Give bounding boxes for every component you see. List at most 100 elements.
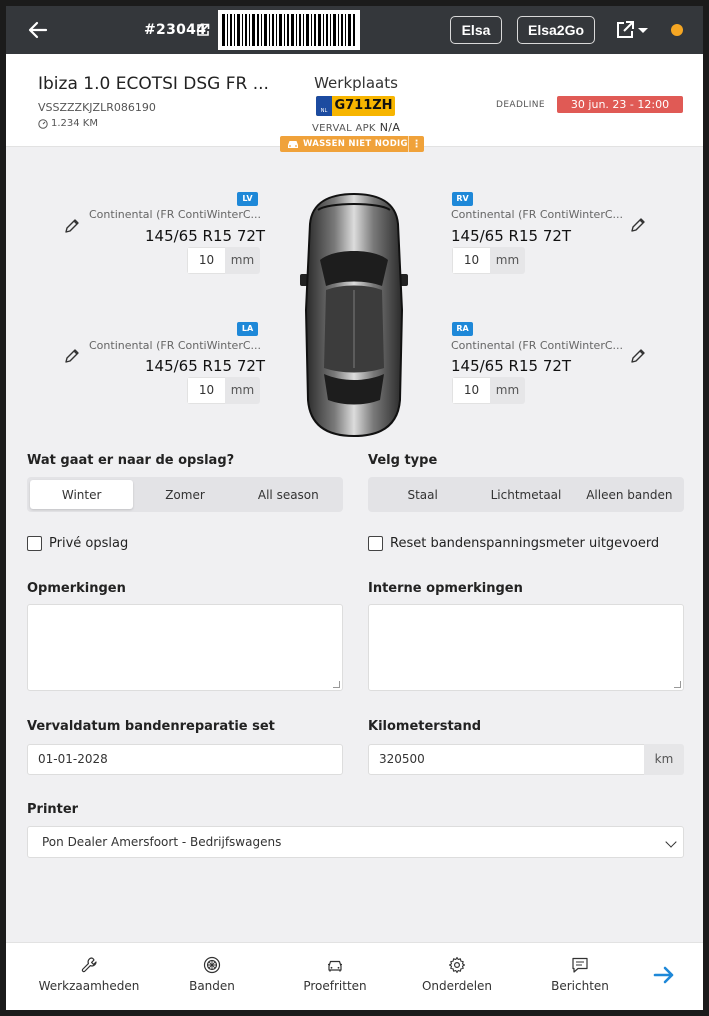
storage-option-zomer[interactable]: Zomer: [133, 480, 236, 509]
remarks-label: Opmerkingen: [27, 581, 126, 596]
vehicle-vin: VSSZZZKJZLR086190: [38, 101, 156, 114]
nav-item-berichten[interactable]: Berichten: [525, 943, 635, 1010]
tire-size-lv: 145/65 R15 72T: [145, 227, 266, 245]
tire-tag-rv: RV: [452, 192, 473, 206]
storage-option-winter[interactable]: Winter: [30, 480, 134, 509]
rim-option-staal[interactable]: Staal: [371, 480, 474, 509]
vehicle-km: 1.234 KM: [38, 118, 98, 129]
tire-size-la: 145/65 R15 72T: [145, 357, 266, 375]
internal-remarks-textarea[interactable]: [368, 604, 684, 691]
wheel-icon: [203, 956, 221, 974]
tread-unit-lv: mm: [225, 247, 260, 274]
deadline-label: DEADLINE: [496, 100, 545, 110]
mileage-input[interactable]: 320500: [368, 744, 645, 775]
external-link-icon[interactable]: [196, 23, 210, 37]
remarks-textarea[interactable]: [27, 604, 343, 691]
tread-depth-rv[interactable]: 10 mm: [452, 247, 525, 274]
tire-tag-la: LA: [237, 322, 258, 336]
tire-brand-lv: Continental (FR ContiWinterC...: [89, 208, 262, 221]
tread-depth-ra[interactable]: 10 mm: [452, 377, 525, 404]
resize-handle-icon[interactable]: [674, 681, 681, 688]
tire-brand-ra: Continental (FR ContiWinterC...: [451, 339, 624, 352]
wrench-icon: [81, 957, 97, 973]
printer-label: Printer: [27, 802, 79, 817]
rim-type-label: Velg type: [368, 453, 438, 468]
elsa2go-button[interactable]: Elsa2Go: [517, 16, 595, 44]
nav-label: Proefritten: [303, 979, 367, 993]
nav-label: Onderdelen: [421, 979, 493, 993]
wash-status-badge[interactable]: WASSEN NIET NODIG ⋮: [280, 136, 424, 152]
wash-status-label: WASSEN NIET NODIG: [303, 139, 408, 149]
pencil-icon[interactable]: [64, 218, 80, 234]
rim-type-segmented-control: Staal Lichtmetaal Alleen banden: [368, 477, 684, 512]
apk-info: VERVAL APK N/A: [312, 121, 400, 134]
reset-tpms-checkbox[interactable]: Reset bandenspanningsmeter uitgevoerd: [368, 536, 659, 551]
tread-value-lv[interactable]: 10: [187, 247, 225, 274]
tread-value-la[interactable]: 10: [187, 377, 225, 404]
license-plate: NL G711ZH: [316, 96, 395, 116]
nav-item-banden[interactable]: Banden: [157, 943, 267, 1010]
vehicle-title: Ibiza 1.0 ECOTSI DSG FR ...: [38, 74, 269, 94]
bottom-nav: Werkzaamheden Banden Proefritten Onderde…: [6, 942, 703, 1010]
vehicle-header: Ibiza 1.0 ECOTSI DSG FR ... VSSZZZKJZLR0…: [6, 54, 703, 147]
tire-brand-rv: Continental (FR ContiWinterC...: [451, 208, 624, 221]
checkbox-box[interactable]: [368, 536, 383, 551]
nav-label: Banden: [189, 979, 235, 993]
elsa-button[interactable]: Elsa: [450, 16, 502, 44]
nav-item-werkzaamheden[interactable]: Werkzaamheden: [34, 943, 144, 1010]
car-top-view-image: [300, 192, 408, 438]
nav-label: Berichten: [551, 979, 609, 993]
pencil-icon[interactable]: [630, 348, 646, 364]
rim-option-lichtmetaal[interactable]: Lichtmetaal: [474, 480, 577, 509]
tread-unit-rv: mm: [490, 247, 525, 274]
repair-date-label: Vervaldatum bandenreparatie set: [27, 719, 275, 734]
printer-selected-value: Pon Dealer Amersfoort - Bedrijfswagens: [42, 835, 282, 849]
storage-segmented-control: Winter Zomer All season: [27, 477, 343, 512]
gear-icon: [448, 956, 466, 974]
pencil-icon[interactable]: [630, 217, 646, 233]
car-icon: [328, 960, 342, 972]
odometer-icon: [38, 118, 48, 129]
checkbox-box[interactable]: [27, 536, 42, 551]
repair-date-input[interactable]: 01-01-2028: [27, 744, 343, 775]
barcode-icon: [218, 10, 360, 50]
car-wash-icon: [288, 141, 298, 148]
status-dot: [671, 24, 683, 36]
open-external-icon[interactable]: [615, 20, 635, 40]
storage-option-all-season[interactable]: All season: [237, 480, 340, 509]
top-bar: #23044 Elsa Elsa2Go: [6, 6, 703, 54]
tire-tag-lv: LV: [237, 192, 258, 206]
tire-size-ra: 145/65 R15 72T: [451, 357, 572, 375]
plate-number: G711ZH: [334, 98, 393, 113]
tread-unit-la: mm: [225, 377, 260, 404]
tread-depth-lv[interactable]: 10 mm: [187, 247, 260, 274]
reset-tpms-label: Reset bandenspanningsmeter uitgevoerd: [390, 536, 660, 551]
plate-country: NL: [316, 96, 332, 116]
private-storage-checkbox[interactable]: Privé opslag: [27, 536, 128, 551]
message-icon: [572, 957, 588, 973]
pencil-icon[interactable]: [64, 348, 80, 364]
apk-value: N/A: [379, 121, 401, 134]
tread-value-rv[interactable]: 10: [452, 247, 490, 274]
tire-brand-la: Continental (FR ContiWinterC...: [89, 339, 262, 352]
deadline-badge: 30 jun. 23 - 12:00: [557, 96, 683, 113]
nav-item-proefritten[interactable]: Proefritten: [280, 943, 390, 1010]
more-vertical-icon[interactable]: ⋮: [408, 136, 424, 152]
printer-select[interactable]: Pon Dealer Amersfoort - Bedrijfswagens: [27, 826, 684, 858]
chevron-down-icon: [665, 836, 677, 848]
tread-value-ra[interactable]: 10: [452, 377, 490, 404]
nav-item-onderdelen[interactable]: Onderdelen: [402, 943, 512, 1010]
tire-size-rv: 145/65 R15 72T: [451, 227, 572, 245]
apk-label: VERVAL APK: [312, 123, 376, 134]
chevron-down-icon[interactable]: [638, 28, 648, 33]
tread-depth-la[interactable]: 10 mm: [187, 377, 260, 404]
back-arrow-icon[interactable]: [26, 18, 50, 42]
mileage-unit: km: [644, 744, 684, 775]
resize-handle-icon[interactable]: [333, 681, 340, 688]
vehicle-location: Werkplaats: [314, 74, 398, 92]
arrow-right-icon[interactable]: [652, 963, 676, 987]
rim-option-alleen-banden[interactable]: Alleen banden: [578, 480, 681, 509]
tread-unit-ra: mm: [490, 377, 525, 404]
app-frame: #23044 Elsa Elsa2Go Ibiza 1.0 ECOTSI DSG…: [6, 6, 703, 1010]
vehicle-km-value: 1.234 KM: [51, 118, 98, 129]
